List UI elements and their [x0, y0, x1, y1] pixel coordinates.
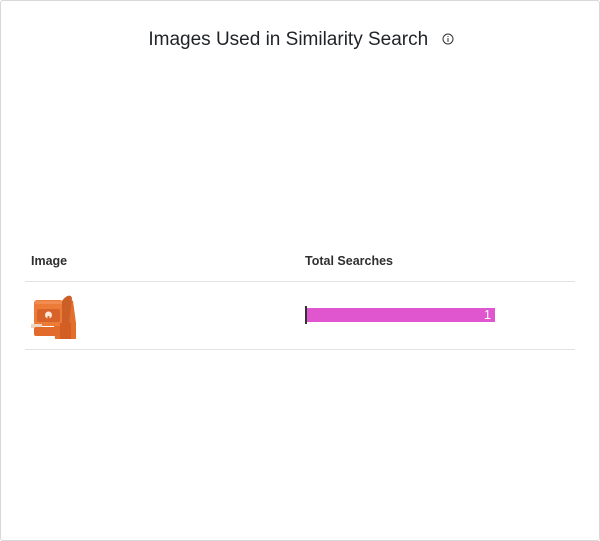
column-header-total-searches[interactable]: Total Searches — [305, 254, 393, 268]
info-icon[interactable] — [442, 33, 454, 45]
table-header: Image Total Searches — [25, 244, 575, 282]
total-searches-bar[interactable]: 1 — [307, 308, 495, 322]
table-row: 1 — [25, 282, 575, 350]
column-header-image[interactable]: Image — [31, 254, 67, 268]
total-searches-value: 1 — [484, 308, 491, 322]
similarity-search-panel: Images Used in Similarity Search Image T… — [0, 0, 600, 541]
panel-header: Images Used in Similarity Search — [1, 28, 600, 52]
orange-backpack-image[interactable] — [31, 291, 77, 339]
search-table: Image Total Searches 1 — [25, 244, 575, 350]
total-searches-bar-cell: 1 — [305, 306, 495, 324]
panel-title: Images Used in Similarity Search — [148, 29, 429, 50]
